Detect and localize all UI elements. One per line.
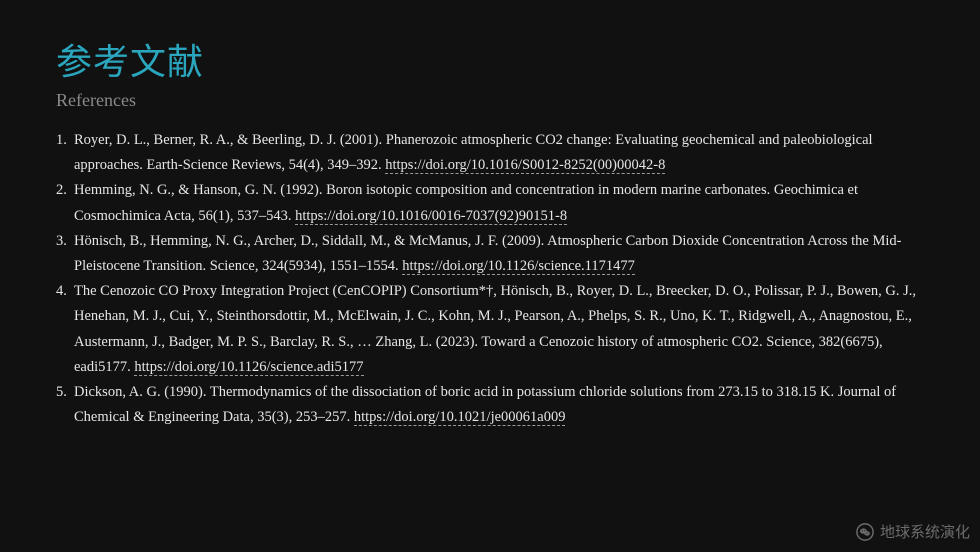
- reference-doi-link[interactable]: https://doi.org/10.1021/je00061a009: [353, 409, 566, 427]
- reference-item-5: 5. Dickson, A. G. (1990). Thermodynamics …: [56, 380, 936, 430]
- reference-list: 1. Royer, D. L., Berner, R. A., & Beerlin…: [56, 128, 936, 430]
- wechat-icon: [856, 523, 874, 541]
- reference-number: 1.: [56, 132, 67, 148]
- reference-item-2: 2. Hemming, N. G., & Hanson, G. N. (1992)…: [56, 178, 936, 228]
- reference-doi-link[interactable]: https://doi.org/10.1016/S0012-8252(00)00…: [385, 157, 666, 175]
- reference-number: 2.: [56, 182, 67, 199]
- watermark: 地球系统演化: [856, 522, 970, 542]
- reference-doi-link[interactable]: https://doi.org/10.1126/science.adi5177: [134, 358, 364, 376]
- reference-item-1: 1. Royer, D. L., Berner, R. A., & Beerlin…: [56, 128, 936, 178]
- reference-doi-link[interactable]: https://doi.org/10.1016/0016-7037(92)901…: [295, 207, 568, 225]
- page-subtitle: References: [56, 90, 136, 110]
- reference-number: 4.: [56, 283, 67, 300]
- watermark-text: 地球系统演化: [879, 523, 970, 541]
- reference-number: 3.: [56, 232, 67, 249]
- page-title: 参考文献: [56, 42, 205, 83]
- reference-number: 5.: [56, 384, 67, 401]
- reference-doi-link[interactable]: https://doi.org/10.1126/science.1171477: [402, 258, 635, 276]
- reference-item-4: 4. The Cenozoic CO Proxy Integration Proj…: [56, 279, 936, 380]
- reference-item-3: 3. Hönisch, B., Hemming, N. G., Archer, D…: [56, 229, 936, 279]
